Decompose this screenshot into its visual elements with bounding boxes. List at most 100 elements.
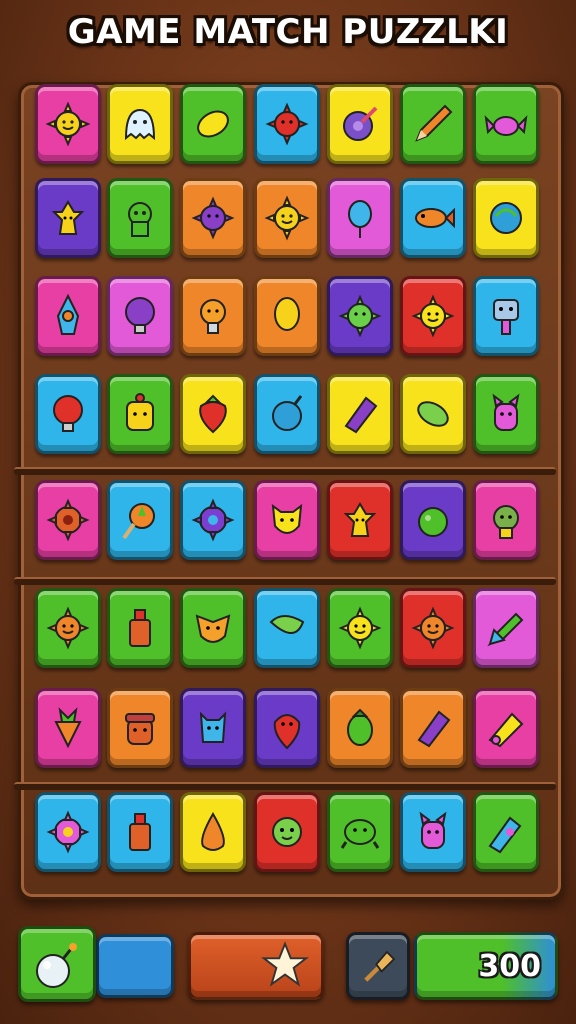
tile[interactable] — [180, 84, 246, 164]
tile[interactable] — [107, 792, 173, 872]
orange-lollipop-icon — [122, 503, 155, 540]
tile[interactable] — [254, 480, 320, 560]
tile[interactable] — [473, 688, 539, 768]
tile[interactable] — [180, 688, 246, 768]
green-lemon-icon — [417, 401, 449, 427]
star-button[interactable] — [188, 932, 324, 1000]
tile[interactable] — [180, 276, 246, 356]
tile[interactable] — [180, 588, 246, 668]
tile[interactable] — [35, 84, 101, 164]
tile[interactable] — [35, 374, 101, 454]
tile[interactable] — [400, 178, 466, 258]
board-divider — [14, 577, 556, 585]
tile[interactable] — [473, 178, 539, 258]
green-sun-icon — [338, 294, 382, 338]
yellow-figure-icon — [343, 502, 377, 537]
red-bulb-icon — [53, 395, 83, 432]
green-turtle-icon — [340, 819, 380, 849]
purple-spiky-icon — [191, 196, 235, 240]
orange-sun-icon — [411, 606, 455, 650]
tile[interactable] — [473, 480, 539, 560]
green-monster-icon — [493, 505, 519, 539]
tile[interactable] — [35, 276, 101, 356]
tile[interactable] — [107, 276, 173, 356]
tile[interactable] — [107, 84, 173, 164]
tile[interactable] — [473, 374, 539, 454]
orange-fox-icon — [195, 614, 231, 643]
orange-sun-icon — [46, 606, 90, 650]
tile[interactable] — [327, 792, 393, 872]
yellow-cat-icon — [271, 503, 303, 534]
tile[interactable] — [473, 588, 539, 668]
yellow-sun-icon — [411, 294, 455, 338]
tile[interactable] — [400, 84, 466, 164]
tile[interactable] — [35, 792, 101, 872]
tile[interactable] — [400, 588, 466, 668]
tile[interactable] — [35, 480, 101, 560]
purple-crystal-icon — [417, 710, 451, 748]
blue-balloon-icon — [348, 200, 372, 238]
tile[interactable] — [400, 480, 466, 560]
tile[interactable] — [327, 84, 393, 164]
tile[interactable] — [327, 178, 393, 258]
tile[interactable] — [254, 178, 320, 258]
yellow-face-icon — [126, 393, 154, 431]
red-pot-icon — [125, 713, 155, 745]
green-face-icon — [272, 817, 302, 847]
tile[interactable] — [327, 276, 393, 356]
tile[interactable] — [254, 374, 320, 454]
pencil-icon — [415, 104, 453, 142]
star-icon — [261, 941, 309, 987]
yellow-balloon-icon — [274, 297, 300, 331]
powerup-bomb-button[interactable] — [18, 926, 96, 1002]
tile[interactable] — [473, 84, 539, 164]
tile[interactable] — [327, 374, 393, 454]
potion-icon — [488, 816, 522, 854]
bottom-bar: 300 — [16, 926, 560, 1006]
score-value: 300 — [478, 949, 541, 984]
tile[interactable] — [400, 374, 466, 454]
tile[interactable] — [180, 178, 246, 258]
tile[interactable] — [400, 276, 466, 356]
tile[interactable] — [400, 792, 466, 872]
green-leaf-icon — [269, 615, 305, 634]
shovel-icon — [364, 950, 396, 982]
tile[interactable] — [107, 178, 173, 258]
tile[interactable] — [254, 792, 320, 872]
tile[interactable] — [107, 480, 173, 560]
tile[interactable] — [254, 276, 320, 356]
tile[interactable] — [107, 588, 173, 668]
tile[interactable] — [35, 688, 101, 768]
paint-bottle-icon — [129, 609, 151, 647]
game-title: GAME MATCH PUZZLKI — [67, 12, 509, 52]
tile[interactable] — [180, 374, 246, 454]
tile[interactable] — [35, 178, 101, 258]
rocket-icon — [56, 293, 80, 335]
tile[interactable] — [180, 792, 246, 872]
tile[interactable] — [180, 480, 246, 560]
pink-gear-icon — [46, 810, 90, 854]
tile[interactable] — [254, 84, 320, 164]
green-fruit-icon — [347, 708, 373, 746]
hammer-button[interactable] — [346, 932, 410, 1000]
yellow-sun-icon — [338, 606, 382, 650]
tile[interactable] — [473, 792, 539, 872]
tile[interactable] — [327, 480, 393, 560]
tile[interactable] — [473, 276, 539, 356]
tile[interactable] — [327, 588, 393, 668]
tile[interactable] — [107, 374, 173, 454]
purple-orb-icon — [343, 106, 378, 141]
tile[interactable] — [400, 688, 466, 768]
tile[interactable] — [107, 688, 173, 768]
tile[interactable] — [35, 588, 101, 668]
fish-icon — [415, 207, 455, 229]
tile[interactable] — [254, 588, 320, 668]
pink-creature-icon — [492, 393, 520, 431]
blue-creature-icon — [199, 711, 227, 743]
purple-bulb-icon — [125, 297, 155, 334]
tile[interactable] — [327, 688, 393, 768]
tile[interactable] — [254, 688, 320, 768]
green-rocket-icon — [487, 612, 524, 647]
paint-bottle-icon — [129, 813, 151, 851]
purple-gear-icon — [191, 498, 235, 542]
